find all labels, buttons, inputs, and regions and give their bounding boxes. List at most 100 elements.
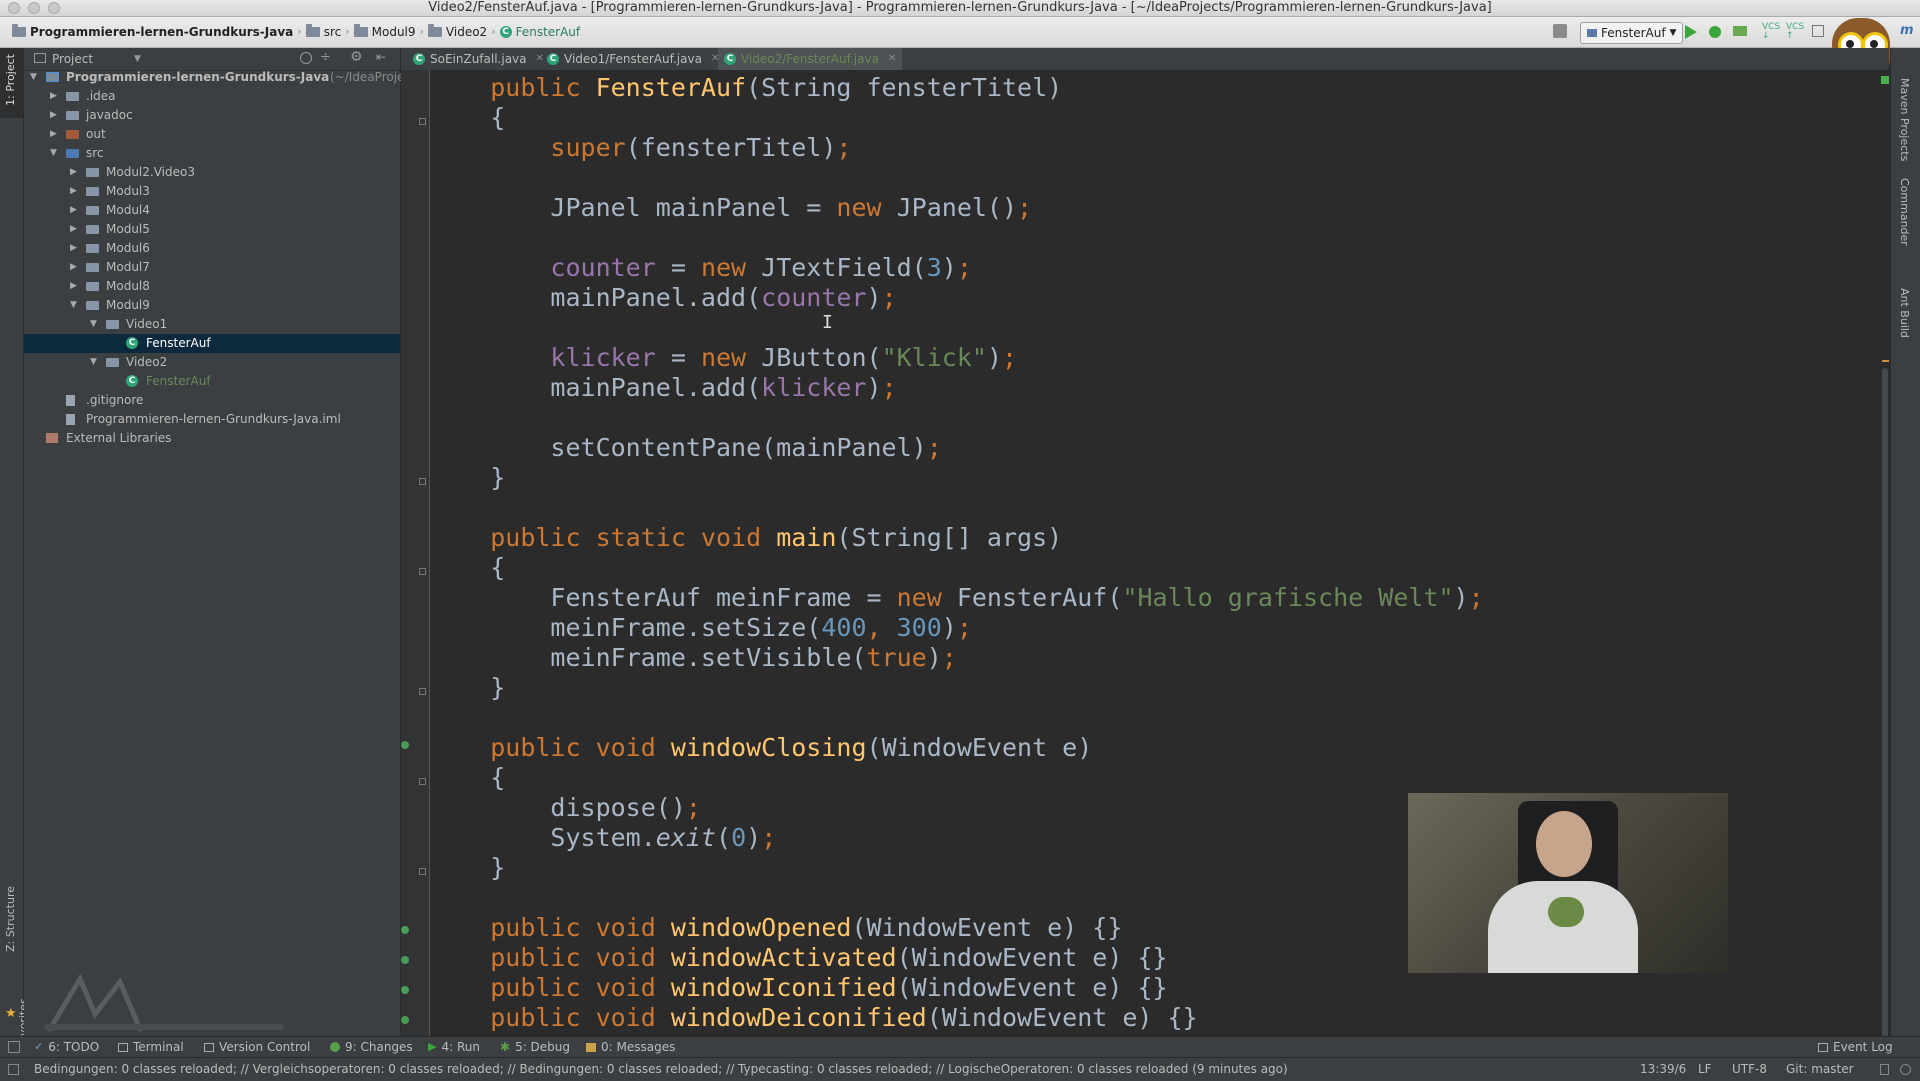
code-line[interactable]: setContentPane(mainPanel); xyxy=(430,433,941,463)
toggle-tool-windows-icon[interactable] xyxy=(8,1041,20,1053)
project-structure-icon[interactable] xyxy=(1553,24,1567,38)
version-control-tool-button[interactable]: Version Control xyxy=(204,1037,310,1057)
code-line[interactable]: meinFrame.setSize(400, 300); xyxy=(430,613,971,643)
tree-item[interactable]: ▶ out xyxy=(24,125,400,144)
implements-method-icon[interactable] xyxy=(401,956,409,964)
collapsed-arrow-icon[interactable]: ▶ xyxy=(50,87,57,106)
code-line[interactable]: JPanel mainPanel = new JPanel(); xyxy=(430,193,1032,223)
code-line[interactable]: public void windowDeiconified(WindowEven… xyxy=(430,1003,1197,1033)
code-line[interactable]: } xyxy=(430,673,505,703)
tree-item[interactable]: ▼ Modul9 xyxy=(24,296,400,315)
code-line[interactable]: meinFrame.setVisible(true); xyxy=(430,643,956,673)
debug-icon[interactable] xyxy=(1707,23,1723,39)
code-line[interactable]: { xyxy=(430,103,505,133)
tree-item[interactable]: ▶ Modul2.Video3 xyxy=(24,163,400,182)
gear-icon[interactable]: ⚙ xyxy=(350,49,363,65)
editor-scrollbar[interactable] xyxy=(1880,70,1890,1048)
implements-method-icon[interactable] xyxy=(401,986,409,994)
expanded-arrow-icon[interactable]: ▼ xyxy=(50,144,57,163)
terminal-tool-button[interactable]: Terminal xyxy=(118,1037,184,1057)
run-configuration-select[interactable]: FensterAuf ▼ xyxy=(1580,22,1684,44)
tree-item[interactable]: C FensterAuf xyxy=(24,372,400,391)
expanded-arrow-icon[interactable]: ▼ xyxy=(90,315,97,334)
code-line[interactable]: } xyxy=(430,463,505,493)
vcs-update-icon[interactable]: VCS ↓ xyxy=(1762,23,1780,41)
breadcrumb-project[interactable]: Programmieren-lernen-Grundkurs-Java xyxy=(30,17,293,47)
commander-tool-button[interactable]: Commander xyxy=(1898,178,1911,246)
tree-item[interactable]: ▼ src xyxy=(24,144,400,163)
project-tool-button[interactable]: 1: Project xyxy=(4,54,17,106)
code-line[interactable]: { xyxy=(430,763,505,793)
tree-item[interactable]: ▶ Modul6 xyxy=(24,239,400,258)
collapsed-arrow-icon[interactable]: ▶ xyxy=(70,220,77,239)
tree-item[interactable]: External Libraries xyxy=(24,429,400,448)
tree-item[interactable]: ▶ Modul5 xyxy=(24,220,400,239)
event-log-tool-button[interactable]: Event Log xyxy=(1818,1037,1893,1057)
tree-item[interactable]: Programmieren-lernen-Grundkurs-Java.iml xyxy=(24,410,400,429)
hide-panel-icon[interactable]: ⇤ xyxy=(376,50,386,64)
status-icon[interactable] xyxy=(8,1064,19,1075)
tree-item[interactable]: ▼ Video2 xyxy=(24,353,400,372)
implements-method-icon[interactable] xyxy=(401,1016,409,1024)
tree-item[interactable]: ▶ Modul8 xyxy=(24,277,400,296)
run-icon[interactable] xyxy=(1684,24,1698,40)
collapsed-arrow-icon[interactable]: ▶ xyxy=(70,277,77,296)
warning-marker[interactable] xyxy=(1882,360,1889,362)
implements-method-icon[interactable] xyxy=(401,926,409,934)
code-line[interactable]: dispose(); xyxy=(430,793,701,823)
tree-item[interactable]: .gitignore xyxy=(24,391,400,410)
breadcrumb-class[interactable]: FensterAuf xyxy=(516,17,581,47)
lock-icon[interactable] xyxy=(1880,1064,1889,1075)
close-icon[interactable]: ✕ xyxy=(888,48,896,70)
collapsed-arrow-icon[interactable]: ▶ xyxy=(70,201,77,220)
collapsed-arrow-icon[interactable]: ▶ xyxy=(50,125,57,144)
breadcrumb-modul9[interactable]: Modul9 xyxy=(372,17,416,47)
implements-method-icon[interactable] xyxy=(401,741,409,749)
caret-position[interactable]: 13:39/6 xyxy=(1640,1058,1686,1081)
ant-build-tool-button[interactable]: Ant Build xyxy=(1898,288,1911,338)
collapsed-arrow-icon[interactable]: ▶ xyxy=(70,163,77,182)
scrollbar-thumb[interactable] xyxy=(1882,368,1888,1048)
breadcrumb[interactable]: Programmieren-lernen-Grundkurs-Java › sr… xyxy=(12,17,580,47)
code-line[interactable]: public FensterAuf(String fensterTitel) xyxy=(430,73,1062,103)
run-tool-button[interactable]: ▶ 4: Run xyxy=(428,1037,480,1057)
fold-marker[interactable] xyxy=(419,478,426,485)
code-line[interactable]: klicker = new JButton("Klick"); xyxy=(430,343,1017,373)
expanded-arrow-icon[interactable]: ▼ xyxy=(70,296,77,315)
code-line[interactable]: public void windowClosing(WindowEvent e) xyxy=(430,733,1092,763)
expanded-arrow-icon[interactable]: ▼ xyxy=(30,68,37,87)
code-line[interactable]: public static void main(String[] args) xyxy=(430,523,1062,553)
collapsed-arrow-icon[interactable]: ▶ xyxy=(70,258,77,277)
tree-item[interactable]: ▶ Modul3 xyxy=(24,182,400,201)
maven-icon[interactable]: m xyxy=(1900,23,1914,38)
horizontal-scrollbar[interactable] xyxy=(44,1024,284,1030)
code-line[interactable]: System.exit(0); xyxy=(430,823,776,853)
fold-marker[interactable] xyxy=(419,868,426,875)
collapsed-arrow-icon[interactable]: ▶ xyxy=(50,106,57,125)
status-message[interactable]: Bedingungen: 0 classes reloaded; // Verg… xyxy=(34,1058,1288,1081)
tree-item[interactable]: ▶ javadoc xyxy=(24,106,400,125)
messages-tool-button[interactable]: 0: Messages xyxy=(586,1037,675,1057)
tree-item[interactable]: ▶ Modul4 xyxy=(24,201,400,220)
coverage-icon[interactable] xyxy=(1732,23,1748,39)
code-line[interactable]: public void windowIconified(WindowEvent … xyxy=(430,973,1167,1003)
collapsed-arrow-icon[interactable]: ▶ xyxy=(70,239,77,258)
chevron-down-icon[interactable]: ▼ xyxy=(134,48,141,70)
maven-projects-tool-button[interactable]: Maven Projects xyxy=(1898,78,1911,161)
expanded-arrow-icon[interactable]: ▼ xyxy=(90,353,97,372)
line-separator[interactable]: LF xyxy=(1698,1058,1712,1081)
code-line[interactable]: mainPanel.add(klicker); xyxy=(430,373,896,403)
settings-icon[interactable] xyxy=(1812,25,1824,37)
debug-tool-button[interactable]: ✱ 5: Debug xyxy=(500,1037,570,1057)
code-line[interactable]: public void windowActivated(WindowEvent … xyxy=(430,943,1167,973)
changes-tool-button[interactable]: 9: Changes xyxy=(330,1037,413,1057)
scroll-from-source-icon[interactable] xyxy=(300,52,312,64)
tab-video2-fensterauf[interactable]: C Video2/FensterAuf.java ✕ xyxy=(718,48,903,70)
code-line[interactable]: FensterAuf meinFrame = new FensterAuf("H… xyxy=(430,583,1483,613)
tree-item[interactable]: ▼ Programmieren-lernen-Grundkurs-Java (~/I… xyxy=(24,68,433,87)
fold-marker[interactable] xyxy=(419,118,426,125)
structure-tool-button[interactable]: Z: Structure xyxy=(4,886,17,952)
collapse-all-icon[interactable]: ÷ xyxy=(320,50,331,65)
todo-tool-button[interactable]: ✓ 6: TODO xyxy=(34,1037,99,1057)
fold-marker[interactable] xyxy=(419,688,426,695)
